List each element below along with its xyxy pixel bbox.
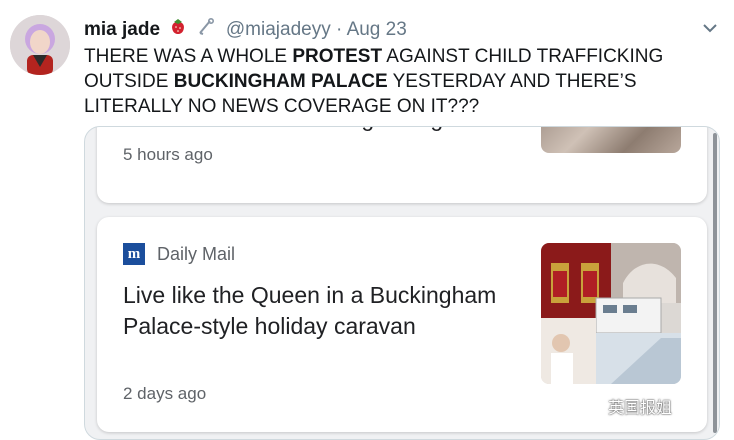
watermark: 英国报姐: [608, 400, 673, 417]
safety-pin-emoji: [197, 17, 215, 42]
news-time: 5 hours ago: [123, 145, 213, 164]
avatar[interactable]: [10, 15, 70, 75]
scrollbar-thumb[interactable]: [713, 133, 717, 433]
news-headline[interactable]: foreseeable future' in big change: [123, 127, 563, 134]
separator-dot: ·: [336, 19, 343, 41]
embedded-screenshot[interactable]: foreseeable future' in big change 5 hour…: [84, 126, 720, 440]
tweet-text-bold: BUCKINGHAM PALACE: [173, 71, 388, 92]
avatar-photo: [10, 15, 70, 75]
tweet-text-part: THERE WAS A WHOLE: [84, 46, 293, 67]
news-time: 2 days ago: [123, 384, 207, 403]
news-source: m Daily Mail: [123, 243, 235, 265]
wechat-icon: [582, 394, 604, 413]
news-thumbnail[interactable]: [541, 243, 681, 384]
user-handle[interactable]: @miajadeyy: [226, 19, 331, 40]
display-name[interactable]: mia jade: [84, 19, 160, 40]
tweet-text-bold: PROTEST: [292, 46, 383, 67]
daily-mail-logo-icon: m: [123, 243, 145, 265]
news-card[interactable]: foreseeable future' in big change 5 hour…: [97, 127, 707, 203]
chevron-down-icon[interactable]: [702, 22, 718, 34]
tweet-text: THERE WAS A WHOLE PROTEST AGAINST CHILD …: [84, 44, 704, 119]
news-source-label: Daily Mail: [157, 244, 236, 264]
tweet: mia jade @miajadeyy · Aug 23 THERE WAS A…: [0, 0, 734, 440]
news-headline[interactable]: Live like the Queen in a Buckingham Pala…: [123, 280, 523, 342]
strawberry-emoji: [169, 18, 187, 42]
caravan-collage-image: [541, 243, 681, 384]
scrollbar[interactable]: [711, 127, 719, 439]
news-thumbnail[interactable]: [541, 127, 681, 153]
tweet-date[interactable]: Aug 23: [347, 19, 407, 40]
tweet-header: mia jade @miajadeyy · Aug 23: [84, 17, 704, 42]
